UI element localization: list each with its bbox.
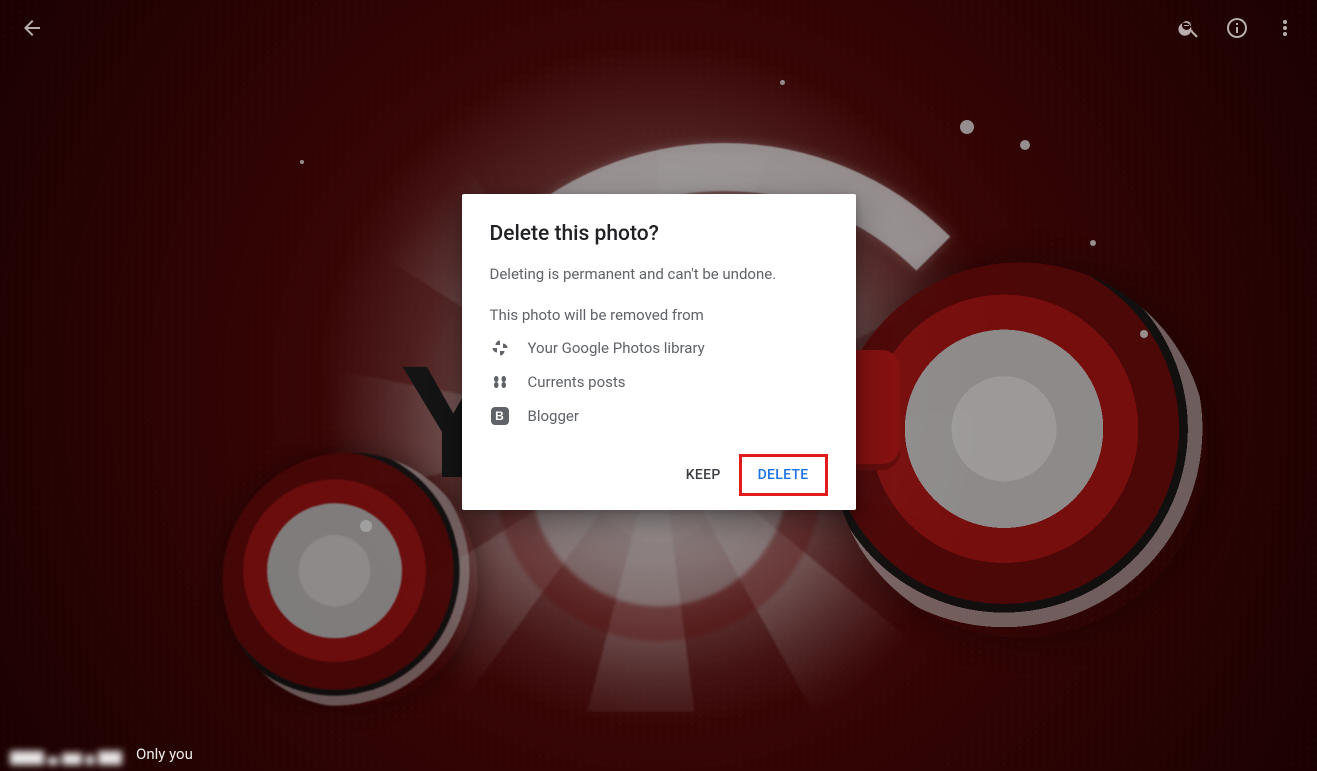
dialog-actions: Keep Delete [490, 454, 828, 496]
dialog-removed-from-intro: This photo will be removed from [490, 306, 828, 324]
info-icon [1225, 16, 1249, 40]
zoom-button[interactable] [1167, 6, 1211, 50]
blogger-icon [490, 406, 510, 426]
more-vert-icon [1273, 16, 1297, 40]
viewer-toolbar [0, 0, 1317, 56]
delete-button[interactable]: Delete [744, 457, 823, 493]
dialog-subtitle: Deleting is permanent and can't be undon… [490, 264, 828, 284]
keep-button[interactable]: Keep [672, 457, 735, 493]
more-options-button[interactable] [1263, 6, 1307, 50]
zoom-out-icon [1177, 16, 1201, 40]
annotation-highlight: Delete [739, 454, 828, 496]
info-button[interactable] [1215, 6, 1259, 50]
delete-photo-dialog: Delete this photo? Deleting is permanent… [462, 194, 856, 510]
visibility-label: Only you [136, 745, 193, 763]
photos-icon [490, 338, 510, 358]
service-row-blogger: Blogger [490, 406, 828, 426]
service-label: Your Google Photos library [528, 339, 705, 357]
owner-name-redacted [10, 743, 122, 765]
service-label: Currents posts [528, 373, 626, 391]
dialog-title: Delete this photo? [490, 222, 828, 246]
currents-icon [490, 372, 510, 392]
service-row-photos: Your Google Photos library [490, 338, 828, 358]
service-row-currents: Currents posts [490, 372, 828, 392]
back-arrow-icon [20, 16, 44, 40]
back-button[interactable] [10, 6, 54, 50]
service-label: Blogger [528, 407, 579, 425]
viewer-footer: Only you [0, 743, 1317, 765]
affected-services-list: Your Google Photos library Currents post… [490, 338, 828, 426]
